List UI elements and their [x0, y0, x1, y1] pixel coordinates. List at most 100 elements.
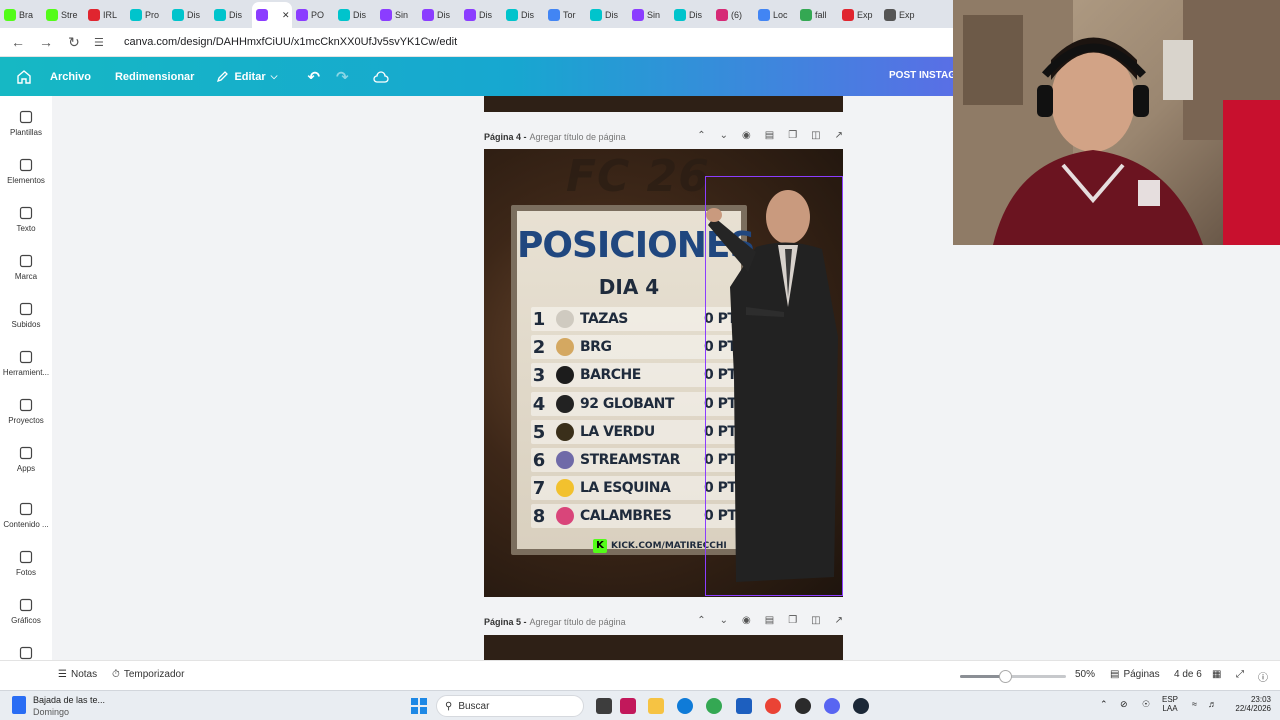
add-page-icon[interactable]: ↗ [835, 130, 843, 141]
clock[interactable]: 23:03 22/4/2026 [1223, 695, 1271, 713]
pages-button[interactable]: ▤ Páginas [1110, 669, 1160, 680]
close-tab-icon[interactable]: ✕ [282, 10, 290, 21]
browser-tab[interactable]: Dis [586, 2, 628, 28]
sidebar-item-elements[interactable]: Elementos [0, 158, 52, 185]
redo-icon[interactable]: ↷ [336, 68, 349, 86]
chevron-down-icon[interactable]: ⌄ [720, 615, 728, 626]
browser-tab[interactable]: fall [796, 2, 838, 28]
design-page-4[interactable]: FC 26 POSICIONES DIA 4 1 TAZAS 0 PTS 2 BRG 0 … [484, 149, 843, 597]
browser-tab[interactable]: Loc [754, 2, 796, 28]
browser-tab[interactable]: (6) [712, 2, 754, 28]
undo-icon[interactable]: ↶ [307, 68, 320, 86]
site-info-icon[interactable]: ☰ [94, 36, 106, 49]
home-icon[interactable] [16, 69, 32, 85]
browser-tab[interactable]: Sin [376, 2, 418, 28]
browser-tab[interactable]: Dis [334, 2, 376, 28]
add-page-icon[interactable]: ↗ [835, 615, 843, 626]
resize-button[interactable]: Redimensionar [115, 71, 194, 83]
browser-tab[interactable]: Dis [502, 2, 544, 28]
store-icon[interactable] [736, 698, 752, 714]
windows-start-icon[interactable] [411, 698, 427, 714]
sidebar-item-text[interactable]: Texto [0, 206, 52, 233]
sidebar-item-content[interactable]: Contenido ... [0, 502, 52, 529]
timer-button[interactable]: ⏱ Temporizador [112, 669, 184, 680]
back-icon[interactable]: ← [10, 34, 26, 50]
reload-icon[interactable]: ↻ [66, 34, 82, 50]
zoom-slider[interactable] [960, 670, 1066, 683]
sidebar-item-apps[interactable]: Apps [0, 446, 52, 473]
sidebar-item-tools[interactable]: Herramient... [0, 350, 52, 377]
browser-tab[interactable]: Sin [628, 2, 670, 28]
volume-icon[interactable]: ♬ [1208, 699, 1217, 709]
page-5-title-input[interactable]: Agregar título de página [530, 617, 626, 627]
edit-menu-button[interactable]: Editar ⌵ [216, 70, 277, 83]
sidebar-item-brand[interactable]: Marca [0, 254, 52, 281]
hide-page-icon[interactable]: ◉ [742, 130, 751, 141]
browser-tab[interactable]: Tor [544, 2, 586, 28]
url-field[interactable]: canva.com/design/DAHHmxfCiUU/x1mcCknXX0U… [124, 36, 457, 48]
fullscreen-icon[interactable]: ⤢ [1236, 669, 1244, 680]
browser-tab[interactable]: PO [292, 2, 334, 28]
sidebar-item-charts[interactable]: Gráficos [0, 598, 52, 625]
tab-title: Dis [437, 10, 450, 20]
browser-tab[interactable]: Dis [210, 2, 252, 28]
timer-label: Temporizador [123, 669, 185, 680]
grid-view-icon[interactable]: ▦ [1212, 669, 1221, 680]
sidebar-item-uploads[interactable]: Subidos [0, 302, 52, 329]
microphone-icon[interactable]: ☉ [1142, 699, 1150, 710]
browser-tab[interactable]: ✕ [252, 2, 292, 28]
lock-icon[interactable]: ▤ [765, 615, 774, 626]
zoom-slider-handle[interactable] [998, 670, 1012, 683]
forward-icon[interactable]: → [38, 34, 54, 50]
sidebar-item-projects[interactable]: Proyectos [0, 398, 52, 425]
zoom-slider-fill [960, 675, 1005, 678]
trash-icon[interactable]: ◫ [811, 615, 820, 626]
page-4-title-input[interactable]: Agregar título de página [530, 132, 626, 142]
task-view-icon[interactable] [596, 698, 612, 714]
browser-tab[interactable]: Exp [880, 2, 922, 28]
text-icon [19, 206, 33, 220]
browser-tab[interactable]: Dis [418, 2, 460, 28]
browser-tab[interactable]: Stre [42, 2, 84, 28]
chevron-down-icon[interactable]: ⌄ [720, 130, 728, 141]
browser-tab[interactable]: Bra [0, 2, 42, 28]
help-icon[interactable]: ⓘ [1258, 669, 1268, 684]
team-logo-icon [556, 394, 574, 413]
edge-icon[interactable] [677, 698, 693, 714]
chevron-up-icon[interactable]: ⌃ [697, 615, 705, 626]
lock-icon[interactable]: ▤ [765, 130, 774, 141]
file-menu-button[interactable]: Archivo [50, 71, 91, 83]
file-explorer-icon[interactable] [648, 698, 664, 714]
steam-icon[interactable] [853, 698, 869, 714]
sidebar-item-templates[interactable]: Plantillas [0, 110, 52, 137]
language-indicator[interactable]: ESP LAA [1162, 695, 1178, 713]
taskbar-search[interactable]: ⚲ Buscar [436, 695, 584, 717]
tray-overflow-icon[interactable]: ⌃ [1100, 699, 1108, 710]
tab-title: Stre [61, 10, 78, 20]
browser-tab[interactable]: Exp [838, 2, 880, 28]
wifi-icon[interactable]: ≈ [1192, 699, 1197, 709]
standings-position: 5 [532, 421, 546, 443]
hide-page-icon[interactable]: ◉ [742, 615, 751, 626]
design-page-5[interactable] [484, 635, 843, 660]
duplicate-icon[interactable]: ❐ [788, 615, 797, 626]
duplicate-icon[interactable]: ❐ [788, 130, 797, 141]
notes-button[interactable]: ☰ Notas [58, 669, 97, 680]
chevron-up-icon[interactable]: ⌃ [697, 130, 705, 141]
news-widget[interactable]: Bajada de las te... Domingo [33, 695, 105, 717]
cloud-save-icon[interactable] [373, 70, 389, 83]
obs-icon[interactable] [795, 698, 811, 714]
network-off-icon[interactable]: ⊘ [1120, 699, 1128, 710]
browser-tab[interactable]: Dis [670, 2, 712, 28]
browser-tab[interactable]: IRL [84, 2, 126, 28]
zoom-level[interactable]: 50% [1075, 669, 1095, 680]
sidebar-item-photos[interactable]: Fotos [0, 550, 52, 577]
discord-icon[interactable] [824, 698, 840, 714]
browser-tab[interactable]: Dis [460, 2, 502, 28]
browser-tab[interactable]: Pro [126, 2, 168, 28]
chrome-icon[interactable] [706, 698, 722, 714]
browser-tab[interactable]: Dis [168, 2, 210, 28]
chrome-active-icon[interactable] [765, 698, 781, 714]
copilot-icon[interactable] [620, 698, 636, 714]
trash-icon[interactable]: ◫ [811, 130, 820, 141]
